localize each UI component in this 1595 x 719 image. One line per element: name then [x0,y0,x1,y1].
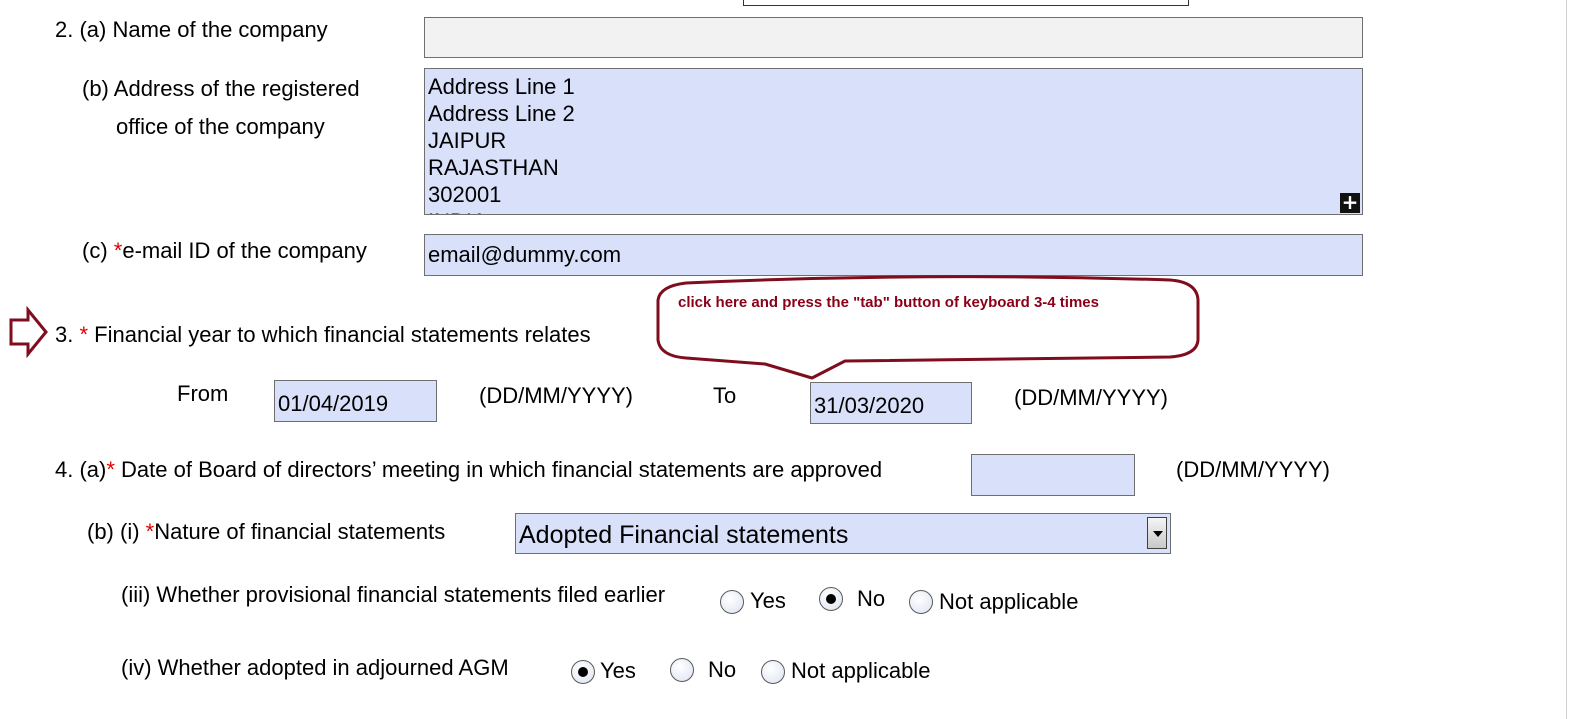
callout-bubble [9,275,1200,380]
q3-number: 3. [55,322,80,347]
adjourned-no-radio[interactable] [670,658,694,682]
q4b-number: (b) (i) [87,519,146,544]
q4a-number: 4. (a) [55,457,107,482]
to-date-format: (DD/MM/YYYY) [1014,385,1168,410]
callout-text: click here and press the "tab" button of… [678,294,1099,311]
provisional-filed-label: (iii) Whether provisional financial stat… [121,582,666,607]
board-meeting-date-format: (DD/MM/YYYY) [1176,457,1330,482]
from-date-format: (DD/MM/YYYY) [479,383,633,408]
provisional-yes-label: Yes [750,588,786,613]
adjourned-no-label: No [708,657,737,682]
nature-label: (b) (i) *Nature of financial statements [87,519,445,545]
chevron-down-icon[interactable] [1147,517,1167,549]
to-label: To [713,383,737,408]
adjourned-na-label: Not applicable [791,658,931,683]
pointer-arrow-icon [9,305,48,359]
provisional-no-radio[interactable] [819,587,843,611]
required-star: * [106,457,115,482]
provisional-yes-radio[interactable] [720,590,744,614]
provisional-na-radio[interactable] [909,590,933,614]
required-star: * [79,322,95,347]
nature-text: Nature of financial statements [154,519,446,544]
board-meeting-text: Date of Board of directors’ meeting in w… [114,457,883,482]
adjourned-yes-label: Yes [600,658,636,683]
to-date-input[interactable] [810,382,972,424]
callout-outline [656,275,1200,380]
financial-year-text: Financial year to which financial statem… [94,322,591,347]
board-meeting-date-input[interactable] [971,454,1135,496]
provisional-no-label: No [857,586,886,611]
adjourned-yes-radio[interactable] [571,660,595,684]
window-edge [1566,0,1567,719]
nature-selected-value: Adopted Financial statements [519,521,849,549]
financial-year-label: 3. * Financial year to which financial s… [55,322,591,348]
nature-select[interactable]: Adopted Financial statements [515,513,1171,554]
adjourned-na-radio[interactable] [761,660,785,684]
from-label: From [177,381,229,406]
adjourned-agm-label: (iv) Whether adopted in adjourned AGM [121,655,509,680]
required-star: * [145,519,155,544]
board-meeting-date-label: 4. (a)* Date of Board of directors’ meet… [55,457,882,483]
from-date-input[interactable] [274,380,437,422]
provisional-na-label: Not applicable [939,589,1079,614]
